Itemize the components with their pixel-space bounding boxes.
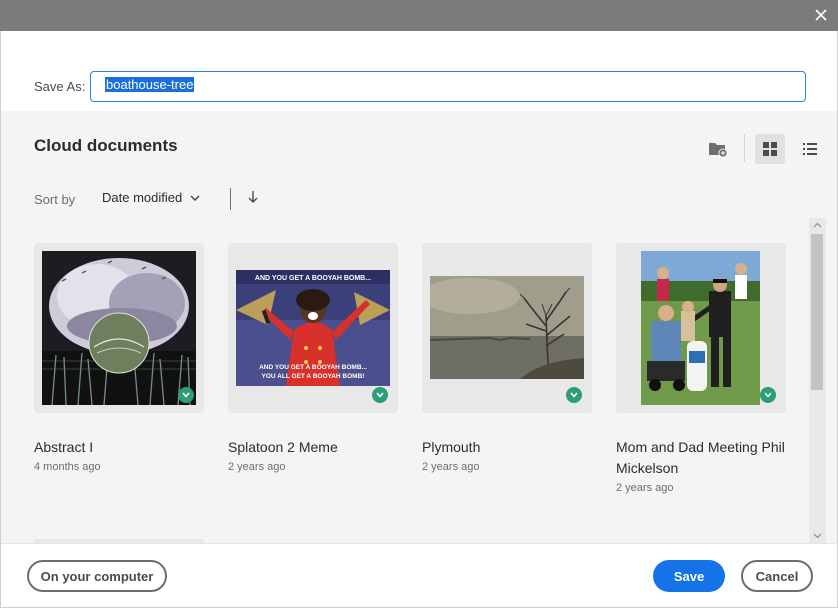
document-name: Splatoon 2 Meme — [228, 439, 338, 455]
document-card[interactable]: AND YOU GET A BOOYAH BOMB... AND YOU GET… — [228, 243, 398, 473]
grid-view-button[interactable] — [755, 134, 785, 164]
sort-by-value: Date modified — [102, 190, 183, 205]
meme-caption-bottom-2: YOU ALL GET A BOOYAH BOMB! — [262, 373, 365, 380]
close-button[interactable] — [812, 6, 830, 24]
document-name: Plymouth — [422, 439, 481, 455]
chevron-down-icon — [190, 194, 200, 201]
thumbnail-image — [430, 276, 584, 379]
document-thumbnail — [422, 243, 592, 413]
cancel-button[interactable]: Cancel — [741, 560, 813, 592]
chevron-down-icon — [570, 392, 578, 398]
chevron-down-icon — [182, 392, 190, 398]
file-name-selected-text: boathouse-tree — [105, 77, 195, 92]
document-name: Abstract I — [34, 439, 94, 455]
synced-status-badge — [760, 387, 776, 403]
scroll-down-arrow-icon[interactable] — [813, 531, 822, 540]
synced-status-badge — [178, 387, 194, 403]
thumbnail-image — [641, 251, 760, 405]
dialog-titlebar — [0, 0, 838, 31]
scroll-up-arrow-icon[interactable] — [813, 221, 822, 230]
list-view-button[interactable] — [795, 134, 825, 164]
document-date: 2 years ago — [616, 482, 674, 494]
toolbar-divider — [744, 134, 745, 162]
sort-divider — [230, 188, 231, 210]
document-thumbnail — [616, 243, 786, 413]
vertical-scrollbar[interactable] — [809, 218, 826, 543]
meme-caption-bottom-1: AND YOU GET A BOOYAH BOMB... — [259, 364, 367, 371]
document-card[interactable]: Plymouth 2 years ago — [422, 243, 592, 473]
sort-by-label: Sort by — [34, 192, 76, 207]
dialog-footer: On your computer Save Cancel — [0, 543, 838, 608]
document-date: 4 months ago — [34, 461, 101, 473]
list-view-icon — [803, 143, 817, 155]
save-button[interactable]: Save — [653, 560, 725, 592]
grid-view-icon — [763, 142, 777, 156]
save-as-label: Save As: — [34, 79, 86, 94]
scrollbar-thumb[interactable] — [811, 234, 823, 390]
thumbnail-image: AND YOU GET A BOOYAH BOMB... AND YOU GET… — [236, 270, 390, 386]
chevron-down-icon — [764, 392, 772, 398]
document-date: 2 years ago — [422, 461, 480, 473]
section-title: Cloud documents — [34, 136, 178, 155]
synced-status-badge — [372, 387, 388, 403]
new-folder-icon — [709, 143, 728, 158]
document-card[interactable]: Abstract I 4 months ago — [34, 243, 204, 473]
synced-status-badge — [566, 387, 582, 403]
document-thumbnail: AND YOU GET A BOOYAH BOMB... AND YOU GET… — [228, 243, 398, 413]
close-icon — [815, 9, 827, 21]
arrow-down-icon — [248, 191, 258, 203]
chevron-down-icon — [376, 392, 384, 398]
document-thumbnail — [34, 243, 204, 413]
file-name-input[interactable]: boathouse-tree — [90, 71, 806, 102]
sort-by-dropdown[interactable]: Date modified — [102, 190, 200, 205]
meme-caption-top: AND YOU GET A BOOYAH BOMB... — [255, 275, 371, 282]
new-folder-button[interactable] — [703, 134, 733, 164]
save-as-row: Save As: boathouse-tree — [0, 31, 838, 111]
document-card[interactable]: Mom and Dad Meeting Phil Mickelson 2 yea… — [616, 243, 786, 494]
sort-direction-button[interactable] — [247, 190, 259, 209]
thumbnail-image — [42, 251, 196, 405]
on-your-computer-button[interactable]: On your computer — [27, 560, 167, 592]
document-date: 2 years ago — [228, 461, 286, 473]
cloud-documents-panel: Cloud documents Sort by Date modified Ab… — [0, 111, 838, 543]
document-name: Mom and Dad Meeting Phil Mickelson — [616, 439, 785, 476]
